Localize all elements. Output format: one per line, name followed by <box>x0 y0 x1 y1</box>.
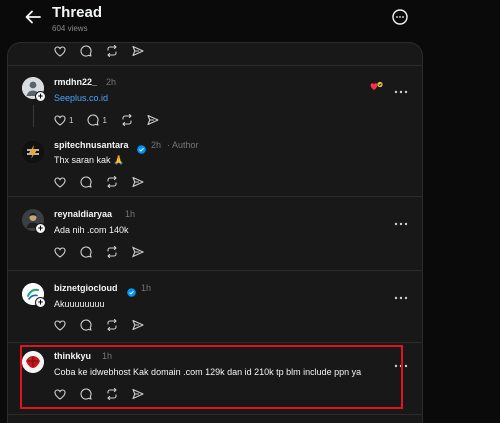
send-icon <box>132 176 144 188</box>
repost-icon <box>106 319 118 331</box>
username[interactable]: reynaldiaryaa <box>54 209 112 219</box>
timestamp: 2h <box>106 77 117 87</box>
repost-button[interactable] <box>106 319 118 331</box>
divider <box>8 65 422 66</box>
follow-plus-icon[interactable]: + <box>35 297 46 308</box>
post-text: Akuuuuuuuu <box>54 299 105 309</box>
avatar[interactable] <box>22 141 44 163</box>
view-count: 604 views <box>52 24 88 33</box>
post-text: Ada nih .com 140k <box>54 225 129 235</box>
like-button[interactable] <box>54 176 66 188</box>
send-icon <box>132 246 144 258</box>
username[interactable]: rmdhn22_ <box>54 77 97 87</box>
top-bar: Thread 604 views <box>0 0 500 42</box>
repost-icon <box>106 45 118 57</box>
verified-badge-icon <box>137 141 146 154</box>
like-button[interactable]: 1 <box>54 114 74 126</box>
verified-badge-icon <box>127 284 136 297</box>
post-link[interactable]: Seeplus.co.id <box>54 93 108 103</box>
repost-button[interactable] <box>106 176 118 188</box>
reply-button[interactable] <box>80 246 92 258</box>
reply-button[interactable] <box>80 45 92 57</box>
comment-icon <box>80 246 92 258</box>
like-count: 1 <box>69 115 74 125</box>
share-button[interactable] <box>132 246 144 258</box>
back-arrow-icon[interactable] <box>22 6 44 28</box>
thread-connector-line <box>33 105 34 127</box>
post-actions <box>54 246 158 258</box>
highlight-box <box>20 345 403 409</box>
heart-icon <box>54 114 66 126</box>
timestamp: 1h <box>125 209 136 219</box>
repost-button[interactable] <box>106 45 118 57</box>
more-options-circle-icon[interactable] <box>391 8 409 26</box>
post-text: Thx saran kak 🙏 <box>54 155 125 165</box>
comment-icon <box>80 176 92 188</box>
divider <box>8 414 422 415</box>
follow-plus-icon[interactable]: + <box>35 91 46 102</box>
heart-icon <box>54 176 66 188</box>
post-actions <box>54 319 158 331</box>
repost-button[interactable] <box>106 246 118 258</box>
original-post-actions <box>54 45 158 57</box>
more-options-icon[interactable] <box>394 81 408 94</box>
liked-by-author-icon <box>370 78 383 90</box>
username[interactable]: biznetgiocloud <box>54 283 118 293</box>
more-options-icon[interactable] <box>394 213 408 226</box>
heart-icon <box>54 45 66 57</box>
share-button[interactable] <box>147 114 159 126</box>
repost-icon <box>121 114 133 126</box>
follow-plus-icon[interactable]: + <box>35 223 46 234</box>
send-icon <box>147 114 159 126</box>
heart-icon <box>54 246 66 258</box>
comment-icon <box>80 319 92 331</box>
comment-icon <box>80 45 92 57</box>
send-icon <box>132 319 144 331</box>
username[interactable]: spitechnusantara <box>54 140 129 150</box>
divider <box>8 342 422 343</box>
heart-icon <box>54 319 66 331</box>
more-options-icon[interactable] <box>394 287 408 300</box>
author-label: · Author <box>167 140 199 150</box>
timestamp: 1h <box>141 283 152 293</box>
send-icon <box>132 45 144 57</box>
reply-button[interactable]: 1 <box>87 114 107 126</box>
share-button[interactable] <box>132 45 144 57</box>
timestamp: 2h <box>151 140 162 150</box>
post-actions <box>54 176 158 188</box>
like-button[interactable] <box>54 45 66 57</box>
reply-count: 1 <box>102 115 107 125</box>
post-actions: 1 1 <box>54 114 173 126</box>
like-button[interactable] <box>54 246 66 258</box>
repost-icon <box>106 246 118 258</box>
like-button[interactable] <box>54 319 66 331</box>
divider <box>8 196 422 197</box>
share-button[interactable] <box>132 319 144 331</box>
divider <box>8 270 422 271</box>
share-button[interactable] <box>132 176 144 188</box>
repost-icon <box>106 176 118 188</box>
comment-icon <box>87 114 100 126</box>
page-title: Thread <box>52 4 103 21</box>
repost-button[interactable] <box>121 114 133 126</box>
reply-button[interactable] <box>80 176 92 188</box>
reply-button[interactable] <box>80 319 92 331</box>
